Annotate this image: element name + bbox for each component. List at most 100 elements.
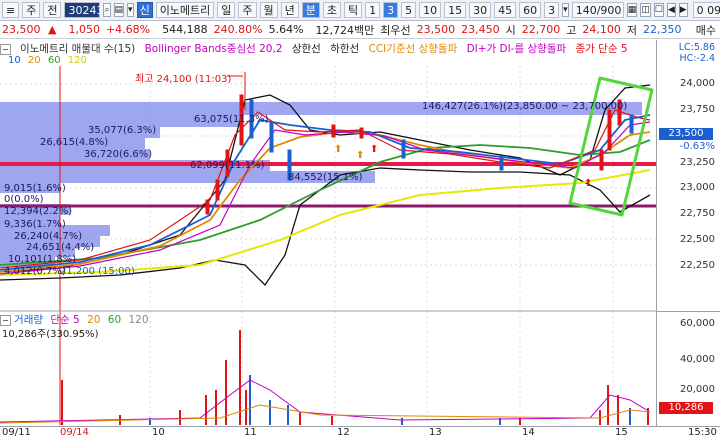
time-label: 15:30 [688, 427, 717, 438]
profile-label: 0(0.0%) [4, 194, 44, 205]
chevron-down-icon[interactable]: ▾ [127, 3, 134, 17]
candles [205, 72, 634, 215]
profile-label: 4,012(0.7%) [4, 266, 66, 277]
profile-label: 26,240(4.7%) [14, 231, 83, 242]
period-second[interactable]: 초 [322, 2, 342, 18]
volume-tag: 10,286 [659, 402, 713, 414]
profile-label: 84,552(15.1%) [288, 172, 363, 183]
period-month[interactable]: 월 [259, 2, 278, 18]
interval-10[interactable]: 10 [419, 2, 442, 18]
search-icon[interactable]: ⌕ [103, 3, 111, 17]
chart-type-button[interactable]: 주 [22, 2, 41, 18]
profile-label: 63,075(11.3%) [194, 114, 269, 125]
high-annotation: 최고 24,100 (11:03) [135, 74, 232, 85]
axis-label: 24,000 [680, 78, 715, 89]
list-icon[interactable]: ▤ [113, 3, 125, 17]
legend-vol-ma60[interactable]: 60 [108, 314, 121, 326]
volume-axis-label: 40,000 [680, 354, 715, 365]
new-listing-badge: 신 [136, 2, 153, 18]
profile-label: 10,101(1.8%) [8, 254, 77, 265]
high-label: 고 [566, 23, 577, 37]
high-price: 24,100 [582, 23, 621, 36]
date-label: 13 [429, 427, 442, 438]
price-bar: 23,500 ▲ 1,050 +4.68% 544,188 240.80% 5.… [0, 21, 720, 39]
right-icon[interactable]: ▶ [678, 3, 688, 17]
open-price: 22,700 [521, 23, 561, 36]
period-tick[interactable]: 틱 [344, 2, 363, 18]
interval-15[interactable]: 15 [444, 2, 467, 18]
chevron-down-icon[interactable]: ▾ [562, 3, 569, 17]
interval-1[interactable]: 1 [365, 2, 381, 18]
legend-vol-ma120[interactable]: 120 [129, 314, 149, 326]
profile-label: 36,720(6.6%) [84, 149, 153, 160]
interval-custom[interactable]: 3 [544, 2, 560, 18]
price-axis[interactable]: LC:5.86 HC:-2.4 24,000 23,750 23,500 -0.… [656, 40, 720, 435]
date-label: 11 [244, 427, 257, 438]
date-label: 14 [522, 427, 535, 438]
axis-label: 23,750 [680, 104, 715, 115]
ask-price: 23,500 [416, 23, 456, 36]
axis-label: 22,750 [680, 208, 715, 219]
bid-price: 23,450 [461, 23, 500, 36]
di-arrow-icon: ⬆ [584, 178, 592, 189]
interval-60[interactable]: 60 [519, 2, 542, 18]
profile-label: 35,077(6.3%) [88, 125, 157, 136]
cci-arrow-icon: ⬆ [334, 144, 342, 155]
volume-axis-label: 60,000 [680, 318, 715, 329]
data-count[interactable]: 140/900 [571, 2, 624, 18]
current-price-tag: 23,500 [659, 128, 713, 140]
prev-button[interactable]: 전 [43, 2, 62, 18]
volume-axis-label: 20,000 [680, 384, 715, 395]
date-label: 15 [615, 427, 628, 438]
profile-label: 62,099(11.1%) [190, 160, 265, 171]
price-change: 1,050 [68, 23, 100, 36]
hc-value: HC:-2.4 [679, 53, 715, 64]
turnover-pct: 5.64% [268, 23, 304, 36]
buy-button[interactable]: 매수 [696, 22, 720, 38]
profile-label: 12,394(2.2%) [4, 206, 73, 217]
best-quote-label: 최우선 [380, 23, 411, 37]
volume-pct: 240.80% [213, 23, 263, 36]
axis-label: 22,500 [680, 234, 715, 245]
low-label: 저 [626, 23, 638, 37]
axis-label: 22,250 [680, 260, 715, 271]
date-label: 09/14 [60, 427, 89, 438]
volume-info: 10,286주(330.95%) [2, 329, 99, 340]
interval-30[interactable]: 30 [469, 2, 492, 18]
pct-tag: -0.63% [679, 141, 715, 152]
price-chart[interactable]: ⬆ ⬆ ⬆ ⬆ [0, 40, 656, 426]
volume-value: 544,188 [162, 23, 208, 36]
cci-arrow-icon: ⬆ [356, 150, 364, 161]
period-minute[interactable]: 분 [301, 2, 320, 18]
open-label: 시 [505, 23, 516, 37]
lc-value: LC:5.86 [678, 42, 715, 53]
period-day[interactable]: 일 [217, 2, 236, 18]
chart-icon[interactable]: ◫ [640, 3, 651, 17]
low-price: 22,350 [643, 23, 682, 36]
profile-label: 9,015(1.6%) [4, 183, 66, 194]
toolbar: ≡ 주 전 302430 ⌕ ▤ ▾ 신 이노메트리 일 주 월 년 분 초 틱… [0, 0, 720, 21]
stock-code-input[interactable]: 302430 [64, 2, 110, 18]
current-price: 23,500 [2, 23, 41, 36]
axis-label: 23,250 [680, 157, 715, 168]
period-week[interactable]: 주 [238, 2, 257, 18]
date-label: 10 [152, 427, 165, 438]
period-year[interactable]: 년 [280, 2, 299, 18]
menu-button[interactable]: ≡ [2, 2, 20, 18]
checkbox-icon[interactable]: ☐ [653, 3, 664, 17]
profile-label: 24,651(4.4%) [26, 242, 95, 253]
interval-3[interactable]: 3 [383, 2, 399, 18]
date-label: 12 [337, 427, 350, 438]
stock-name: 이노메트리 [155, 2, 215, 18]
table-icon[interactable]: ▦ [626, 3, 638, 17]
di-arrow-icon: ⬆ [370, 144, 378, 155]
interval-5[interactable]: 5 [401, 2, 417, 18]
profile-label: 26,615(4.8%) [40, 137, 109, 148]
low-annotation: 21,200 (15:00) [60, 266, 135, 277]
settings-button[interactable]: 0 09 [692, 2, 720, 18]
axis-label: 23,000 [680, 182, 715, 193]
left-icon[interactable]: ◀ [666, 3, 676, 17]
interval-45[interactable]: 45 [494, 2, 517, 18]
date-label: 09/11 [2, 427, 31, 438]
profile-label: 9,336(1.7%) [4, 219, 66, 230]
